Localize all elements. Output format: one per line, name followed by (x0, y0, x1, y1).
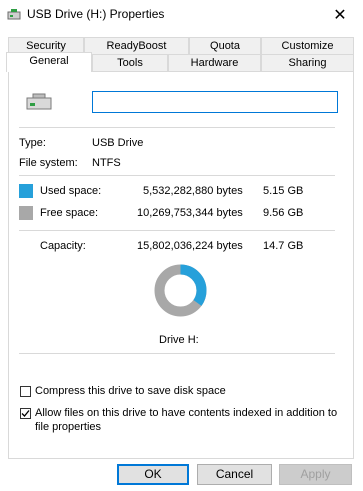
free-space-swatch (19, 206, 33, 220)
close-icon: ✕ (333, 7, 347, 24)
general-panel: Type: USB Drive File system: NTFS Used s… (8, 71, 354, 459)
separator (19, 175, 335, 176)
separator (19, 230, 335, 231)
free-space-bytes: 10,269,753,344 bytes (137, 207, 243, 219)
tab-sharing[interactable]: Sharing (261, 54, 354, 71)
drive-caption: Drive H: (159, 334, 199, 346)
close-button[interactable]: ✕ (317, 0, 363, 30)
tab-customize[interactable]: Customize (261, 37, 354, 54)
used-space-label: Used space: (40, 185, 102, 197)
used-space-gb: 5.15 GB (263, 185, 304, 197)
free-space-gb: 9.56 GB (263, 207, 304, 219)
checkmark-icon (21, 410, 30, 417)
tab-quota[interactable]: Quota (189, 37, 261, 54)
window-title: USB Drive (H:) Properties (27, 7, 165, 21)
file-system-label: File system: (19, 157, 78, 169)
usb-drive-icon (7, 9, 21, 20)
index-label-line2[interactable]: file properties (35, 421, 101, 433)
type-value: USB Drive (92, 137, 144, 149)
type-label: Type: (19, 137, 46, 149)
capacity-bytes: 15,802,036,224 bytes (137, 240, 243, 252)
tab-hardware[interactable]: Hardware (168, 54, 261, 71)
tab-tools[interactable]: Tools (92, 54, 168, 71)
file-system-value: NTFS (92, 157, 121, 169)
index-checkbox[interactable] (20, 408, 31, 419)
apply-button[interactable]: Apply (279, 464, 352, 485)
free-space-label: Free space: (40, 207, 99, 219)
used-space-swatch (19, 184, 33, 198)
separator (19, 353, 335, 354)
compress-checkbox[interactable] (20, 386, 31, 397)
separator (19, 127, 335, 128)
index-label-line1[interactable]: Allow files on this drive to have conten… (35, 407, 337, 419)
ok-button[interactable]: OK (117, 464, 189, 485)
usb-drive-icon (26, 93, 52, 110)
compress-label[interactable]: Compress this drive to save disk space (35, 385, 226, 397)
capacity-gb: 14.7 GB (263, 240, 304, 252)
tab-general[interactable]: General (6, 52, 92, 72)
cancel-button[interactable]: Cancel (197, 464, 272, 485)
tab-readyboost[interactable]: ReadyBoost (84, 37, 189, 54)
drive-name-input[interactable] (92, 91, 338, 113)
used-space-bytes: 5,532,282,880 bytes (143, 185, 243, 197)
title-bar: USB Drive (H:) Properties ✕ (0, 0, 363, 30)
usage-donut-chart (154, 264, 207, 317)
capacity-label: Capacity: (40, 240, 86, 252)
